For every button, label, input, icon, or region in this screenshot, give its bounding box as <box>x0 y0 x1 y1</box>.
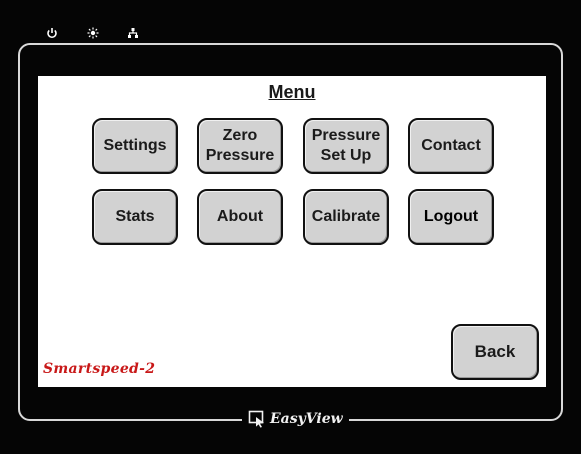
hmi-device: Menu Settings Zero Pressure Pressure Set… <box>0 0 581 454</box>
about-button[interactable]: About <box>197 189 283 245</box>
power-icon <box>45 26 59 40</box>
zero-pressure-button[interactable]: Zero Pressure <box>197 118 283 174</box>
easyview-logo: EasyView <box>242 410 349 428</box>
product-brand-label: Smartspeed-2 <box>43 361 156 377</box>
sun-icon <box>86 26 100 40</box>
calibrate-button[interactable]: Calibrate <box>303 189 389 245</box>
back-button[interactable]: Back <box>451 324 539 380</box>
network-icon <box>126 26 140 40</box>
settings-button[interactable]: Settings <box>92 118 178 174</box>
pressure-setup-button[interactable]: Pressure Set Up <box>303 118 389 174</box>
menu-title: Menu <box>268 82 316 102</box>
contact-button[interactable]: Contact <box>408 118 494 174</box>
stats-button[interactable]: Stats <box>92 189 178 245</box>
logout-button[interactable]: Logout <box>408 189 494 245</box>
easyview-logo-text: EasyView <box>270 411 343 427</box>
touch-screen: Menu Settings Zero Pressure Pressure Set… <box>38 76 546 387</box>
easyview-logo-icon <box>248 410 264 428</box>
